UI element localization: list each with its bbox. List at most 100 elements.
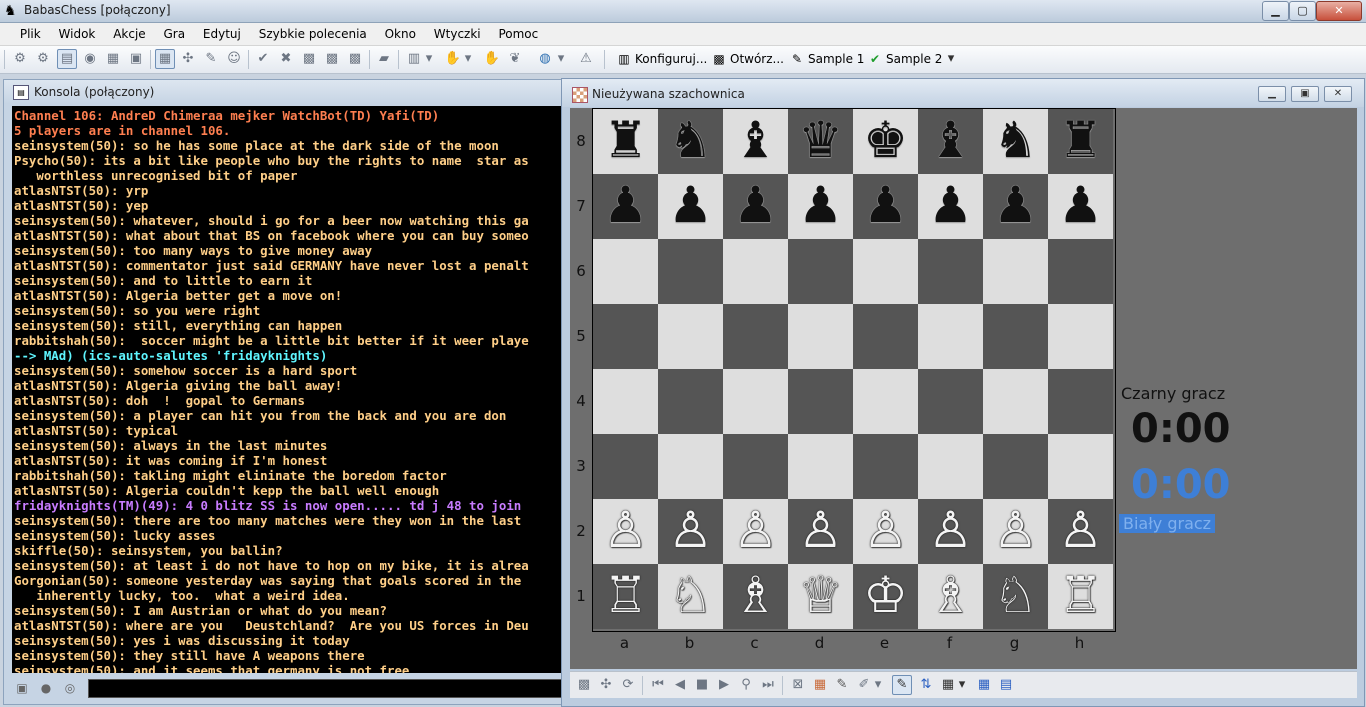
square-h5[interactable] [1048, 304, 1113, 369]
square-f3[interactable] [918, 434, 983, 499]
black-piece[interactable]: ♟ [983, 174, 1048, 239]
square-a4[interactable] [593, 369, 658, 434]
brush-icon[interactable]: ✐ [854, 675, 874, 695]
square-g6[interactable] [983, 239, 1048, 304]
square-h6[interactable] [1048, 239, 1113, 304]
first-move-icon[interactable]: ⏮ [648, 675, 668, 695]
coordinates-icon[interactable]: ▦ [938, 675, 958, 695]
console-icon[interactable]: ▤ [57, 49, 77, 69]
menu-edytuj[interactable]: Edytuj [196, 23, 248, 45]
white-piece[interactable]: ♙ [593, 499, 658, 564]
hand-dropdown-icon[interactable]: ▾ [462, 49, 474, 69]
stop-icon[interactable]: ■ [692, 675, 712, 695]
square-f6[interactable] [918, 239, 983, 304]
square-e6[interactable] [853, 239, 918, 304]
seek-icon[interactable]: ▩ [299, 49, 319, 69]
analysis-icon[interactable]: ✎ [201, 49, 221, 69]
accept-icon[interactable]: ✔ [253, 49, 273, 69]
console-settings-icon[interactable]: ▣ [14, 680, 30, 696]
white-piece[interactable]: ♘ [658, 564, 723, 629]
notes-icon[interactable]: ▦ [103, 49, 123, 69]
decline-icon[interactable]: ✖ [276, 49, 296, 69]
board-restore-button[interactable]: ▣ [1291, 86, 1319, 102]
square-a3[interactable] [593, 434, 658, 499]
console-speaker-icon[interactable]: ◎ [62, 680, 78, 696]
black-piece[interactable]: ♟ [853, 174, 918, 239]
open-button[interactable]: ▩ Otwórz... [711, 50, 784, 69]
black-piece[interactable]: ♚ [853, 109, 918, 174]
square-h3[interactable] [1048, 434, 1113, 499]
white-piece[interactable]: ♘ [983, 564, 1048, 629]
menu-akcje[interactable]: Akcje [106, 23, 152, 45]
gift-icon[interactable]: ❦ [505, 49, 525, 69]
white-piece[interactable]: ♗ [723, 564, 788, 629]
hand-stop-icon[interactable]: ✋ [482, 49, 502, 69]
white-piece[interactable]: ♙ [1048, 499, 1113, 564]
board-close-button[interactable]: ✕ [1324, 86, 1352, 102]
square-g3[interactable] [983, 434, 1048, 499]
close-button[interactable]: ✕ [1316, 1, 1362, 21]
console-output[interactable]: Channel 106: AndreD Chimeraa mejker Watc… [12, 106, 566, 673]
square-b4[interactable] [658, 369, 723, 434]
coordinates-dropdown-icon[interactable]: ▾ [956, 675, 968, 695]
next-move-icon[interactable]: ▶ [714, 675, 734, 695]
square-d6[interactable] [788, 239, 853, 304]
black-piece[interactable]: ♜ [593, 109, 658, 174]
globe-icon[interactable]: ◍ [535, 49, 555, 69]
connect-icon[interactable]: ⚙ [10, 49, 30, 69]
white-piece[interactable]: ♙ [788, 499, 853, 564]
white-piece[interactable]: ♕ [788, 564, 853, 629]
board-minimize-button[interactable]: ▁ [1258, 86, 1286, 102]
brush-dropdown-icon[interactable]: ▾ [872, 675, 884, 695]
previous-move-icon[interactable]: ◀ [670, 675, 690, 695]
analyze-icon[interactable]: ✎ [892, 675, 912, 695]
globe-dropdown-icon[interactable]: ▾ [555, 49, 567, 69]
square-g5[interactable] [983, 304, 1048, 369]
flip-board-icon[interactable]: ⇅ [916, 675, 936, 695]
black-piece[interactable]: ♞ [983, 109, 1048, 174]
black-piece[interactable]: ♟ [1048, 174, 1113, 239]
square-h4[interactable] [1048, 369, 1113, 434]
sought-icon[interactable]: ▩ [345, 49, 365, 69]
black-piece[interactable]: ♟ [918, 174, 983, 239]
black-piece[interactable]: ♜ [1048, 109, 1113, 174]
square-b5[interactable] [658, 304, 723, 369]
refresh-icon[interactable]: ⟳ [618, 675, 638, 695]
white-piece[interactable]: ♙ [983, 499, 1048, 564]
console-input[interactable] [88, 679, 578, 698]
menu-pomoc[interactable]: Pomoc [491, 23, 545, 45]
board-setup-icon[interactable]: ▦ [810, 675, 830, 695]
square-f4[interactable] [918, 369, 983, 434]
square-a6[interactable] [593, 239, 658, 304]
flip-icon[interactable]: ▩ [574, 675, 594, 695]
square-e3[interactable] [853, 434, 918, 499]
board-theme-icon[interactable]: ▦ [974, 675, 994, 695]
hand-icon[interactable]: ✋ [443, 49, 463, 69]
black-piece[interactable]: ♛ [788, 109, 853, 174]
black-piece[interactable]: ♝ [723, 109, 788, 174]
square-e4[interactable] [853, 369, 918, 434]
menu-plik[interactable]: Plik [13, 23, 48, 45]
menu-okno[interactable]: Okno [378, 23, 423, 45]
channel-icon[interactable]: ◉ [80, 49, 100, 69]
square-d4[interactable] [788, 369, 853, 434]
square-d3[interactable] [788, 434, 853, 499]
menu-wtyczki[interactable]: Wtyczki [427, 23, 488, 45]
match-icon[interactable]: ▩ [322, 49, 342, 69]
black-piece[interactable]: ♝ [918, 109, 983, 174]
white-piece[interactable]: ♙ [853, 499, 918, 564]
sample-1-button[interactable]: ✎ Sample 1 [789, 50, 864, 69]
black-piece[interactable]: ♞ [658, 109, 723, 174]
board-panel-icon[interactable]: ▤ [996, 675, 1016, 695]
square-g4[interactable] [983, 369, 1048, 434]
square-b3[interactable] [658, 434, 723, 499]
black-piece[interactable]: ♟ [788, 174, 853, 239]
folder-icon[interactable]: ▰ [374, 49, 394, 69]
board-icon[interactable]: ▦ [155, 49, 175, 69]
menu-szybkie-polecenia[interactable]: Szybkie polecenia [252, 23, 374, 45]
sample-2-button[interactable]: ✔ Sample 2 [867, 50, 942, 69]
chessboard[interactable]: ♜ ♞ ♝ ♛ ♚ ♝ ♞ ♜ ♟ ♟ ♟ ♟ ♟ ♟ ♟ ♟ ♙ ♙ ♙ ♙ ♙ ♙ ♙ ♙ ♖ ♘ ♗ ♕ ♔ ♗ ♘ ♖ [592, 108, 1116, 632]
warning-icon[interactable]: ⚠ [576, 49, 596, 69]
white-piece[interactable]: ♖ [1048, 564, 1113, 629]
square-e5[interactable] [853, 304, 918, 369]
